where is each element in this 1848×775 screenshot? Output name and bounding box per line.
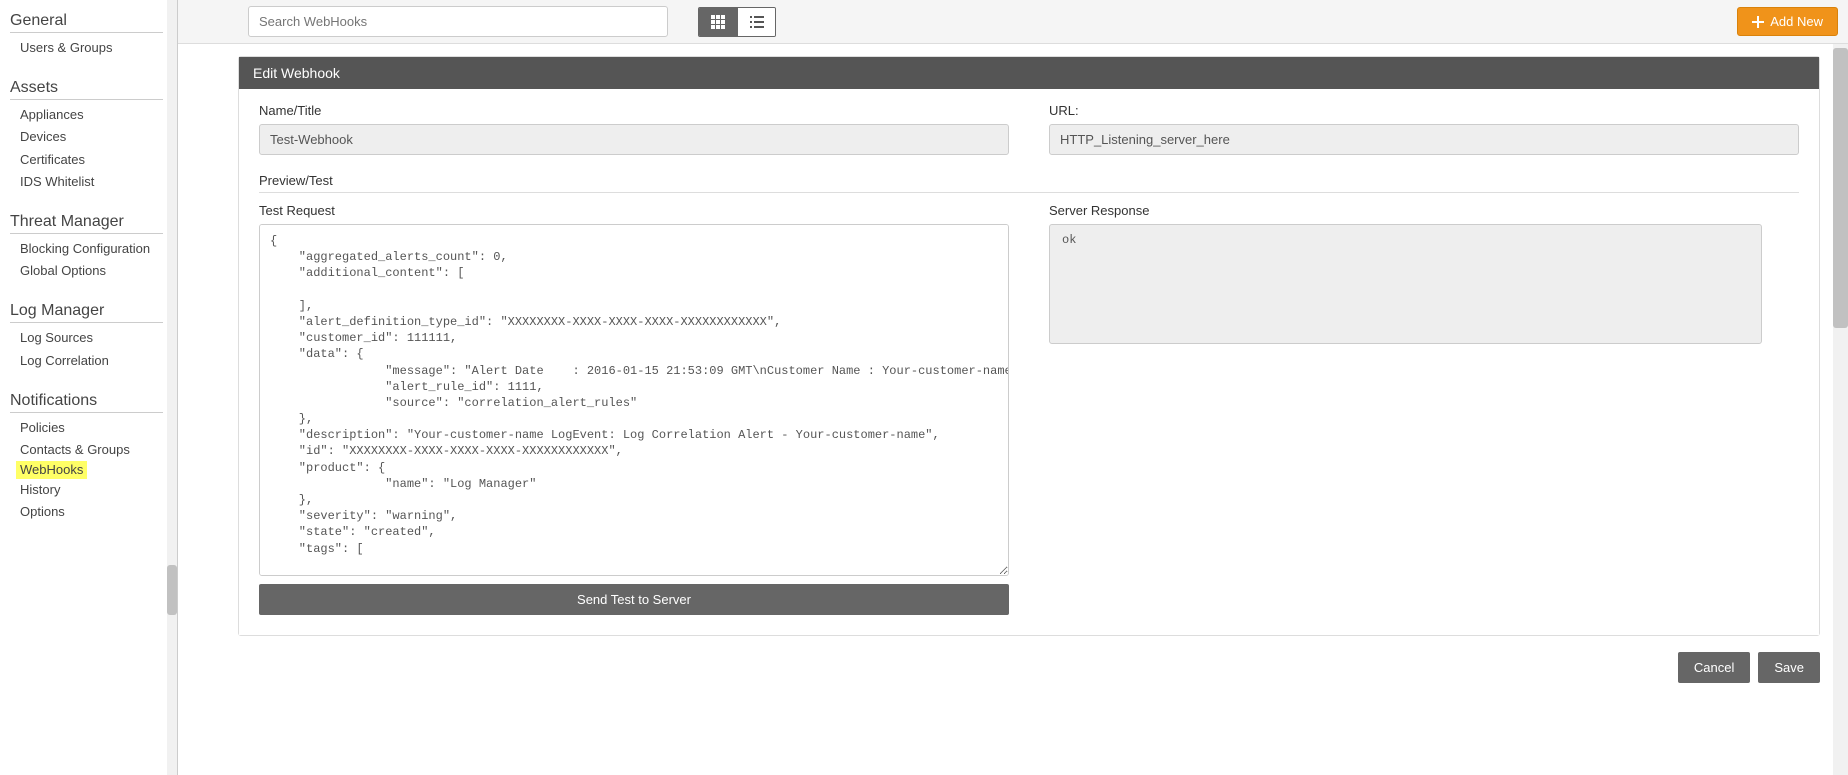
url-input[interactable] [1049,124,1799,155]
list-view-button[interactable] [737,8,775,36]
search-input[interactable] [248,6,668,37]
preview-test-title: Preview/Test [259,173,1799,193]
test-request-label: Test Request [259,203,1009,218]
send-test-button[interactable]: Send Test to Server [259,584,1009,615]
panel-title: Edit Webhook [239,57,1819,89]
edit-webhook-panel: Edit Webhook Name/Title URL: Preview/Tes… [238,56,1820,636]
content-scrollbar[interactable] [1833,44,1848,775]
url-label: URL: [1049,103,1799,118]
nav-section-general[interactable]: General [10,6,163,33]
name-label: Name/Title [259,103,1009,118]
search-wrap [248,6,668,37]
nav-item-log-sources[interactable]: Log Sources [10,327,177,349]
server-response-label: Server Response [1049,203,1799,218]
main-area: Add New Edit Webhook Name/Title URL: Pre… [178,0,1848,775]
nav-section-assets[interactable]: Assets [10,73,163,100]
list-icon [749,14,765,30]
grid-view-button[interactable] [699,8,737,36]
nav-item-global-options[interactable]: Global Options [10,260,177,282]
nav-item-certificates[interactable]: Certificates [10,149,177,171]
nav-item-ids-whitelist[interactable]: IDS Whitelist [10,171,177,193]
nav-item-options[interactable]: Options [10,501,177,523]
add-new-label: Add New [1770,14,1823,29]
nav-item-users-groups[interactable]: Users & Groups [10,37,177,59]
nav-item-contacts-groups[interactable]: Contacts & Groups [10,439,177,461]
nav-section-threat-manager[interactable]: Threat Manager [10,207,163,234]
grid-icon [710,14,726,30]
sidebar-scrollbar-thumb[interactable] [167,565,177,615]
view-toggle [698,7,776,37]
server-response-box: ok [1049,224,1762,344]
test-request-textarea[interactable] [259,224,1009,576]
nav-item-webhooks[interactable]: WebHooks [16,461,87,479]
save-button[interactable]: Save [1758,652,1820,683]
footer-actions: Cancel Save [238,652,1820,683]
nav-item-log-correlation[interactable]: Log Correlation [10,350,177,372]
nav-item-devices[interactable]: Devices [10,126,177,148]
add-new-button[interactable]: Add New [1737,7,1838,36]
nav-item-history[interactable]: History [10,479,177,501]
nav-section-notifications[interactable]: Notifications [10,386,163,413]
cancel-button[interactable]: Cancel [1678,652,1750,683]
sidebar-scrollbar[interactable] [167,0,177,775]
nav-item-appliances[interactable]: Appliances [10,104,177,126]
nav-item-policies[interactable]: Policies [10,417,177,439]
content: Edit Webhook Name/Title URL: Preview/Tes… [178,44,1848,775]
plus-icon [1752,16,1764,28]
nav-section-log-manager[interactable]: Log Manager [10,296,163,323]
toolbar: Add New [178,0,1848,44]
nav-item-blocking-configuration[interactable]: Blocking Configuration [10,238,177,260]
name-input[interactable] [259,124,1009,155]
panel-body: Name/Title URL: Preview/Test Test Reques… [239,89,1819,635]
sidebar-nav: General Users & Groups Assets AppliancesDev… [0,0,178,775]
content-scrollbar-thumb[interactable] [1833,48,1848,328]
